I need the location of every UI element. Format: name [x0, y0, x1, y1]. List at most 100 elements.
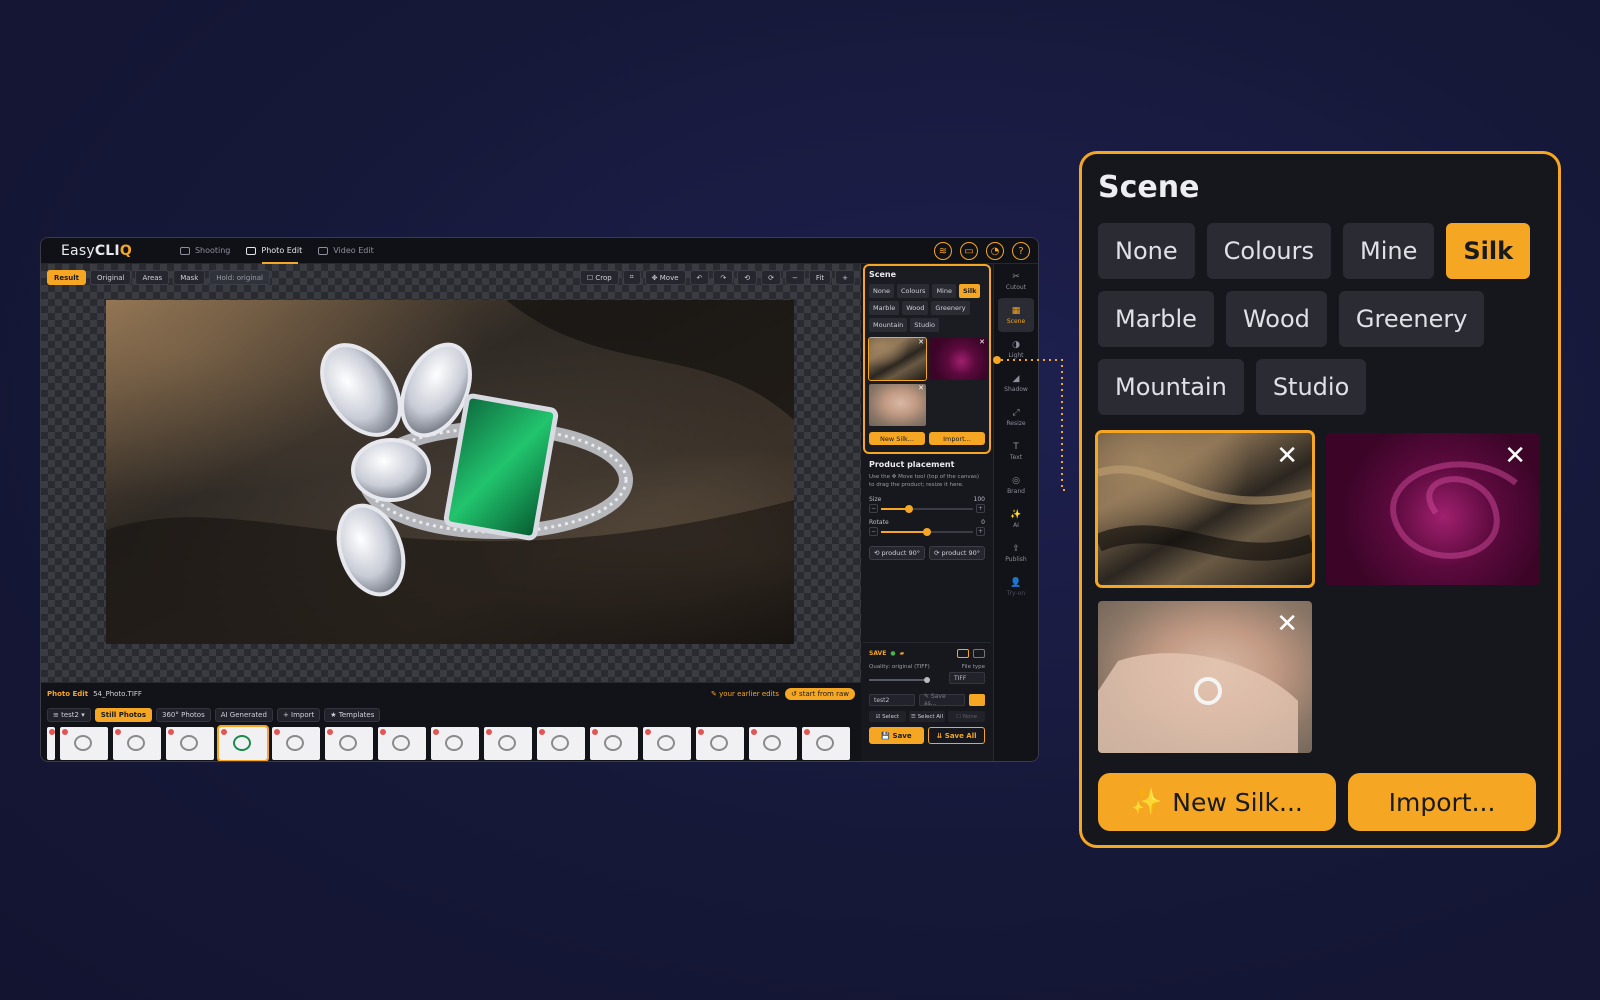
rotate-left-icon[interactable]: ⟲ [737, 270, 758, 285]
zoom-scene-chip-greenery[interactable]: Greenery [1338, 291, 1485, 347]
close-icon[interactable]: ✕ [1504, 441, 1526, 471]
thumbnail[interactable] [802, 727, 850, 760]
scene-chip-colours[interactable]: Colours [896, 284, 930, 298]
zoom-swatch-gold-satin[interactable]: ✕ [1095, 430, 1315, 588]
thumbnail[interactable] [431, 727, 479, 760]
zoom-scene-chip-studio[interactable]: Studio [1255, 359, 1367, 415]
mode-shooting[interactable]: Shooting [179, 238, 230, 264]
scene-chip-mine[interactable]: Mine [932, 284, 956, 298]
rotate-right-icon[interactable]: ⟳ [761, 270, 782, 285]
scene-chip-wood[interactable]: Wood [902, 301, 929, 315]
scene-chip-marble[interactable]: Marble [869, 301, 900, 315]
thumbnail[interactable] [643, 727, 691, 760]
zoom-in-button[interactable]: + [835, 270, 855, 285]
thumbnail[interactable] [696, 727, 744, 760]
view-areas-button[interactable]: Areas [135, 270, 170, 285]
select-button[interactable]: ☑ Select [869, 711, 906, 722]
file-type-select[interactable]: TIFF [949, 672, 985, 684]
close-icon[interactable]: ✕ [918, 338, 924, 346]
close-icon[interactable]: ✕ [1276, 609, 1298, 639]
view-original-button[interactable]: Original [90, 270, 132, 285]
scene-chip-greenery[interactable]: Greenery [931, 301, 970, 315]
scene-chip-none[interactable]: None [869, 284, 894, 298]
size-slider[interactable]: − + [869, 503, 985, 515]
thumbnail[interactable] [484, 727, 532, 760]
import-button[interactable]: Import... [929, 432, 985, 445]
select-all-button[interactable]: ☰ Select All [908, 711, 946, 722]
quality-slider[interactable] [869, 676, 930, 683]
close-icon[interactable]: ✕ [979, 338, 985, 346]
tab-templates[interactable]: ★ Templates [324, 708, 381, 722]
minus-icon[interactable]: − [869, 504, 878, 513]
zoom-scene-chip-marble[interactable]: Marble [1098, 291, 1214, 347]
zoom-scene-chip-none[interactable]: None [1098, 223, 1195, 279]
minus-icon[interactable]: − [869, 527, 878, 536]
wifi-icon[interactable]: ≋ [934, 242, 952, 260]
mode-video-edit[interactable]: Video Edit [318, 238, 374, 264]
scene-chip-studio[interactable]: Studio [910, 318, 939, 332]
scene-chip-silk[interactable]: Silk [959, 284, 981, 298]
close-icon[interactable]: ✕ [918, 384, 924, 392]
folder-icon[interactable] [969, 694, 985, 706]
multi-photo-icon[interactable] [973, 649, 985, 658]
save-as-input[interactable]: ✎ Save as... [919, 693, 965, 707]
product-photo[interactable] [106, 300, 794, 644]
thumbnail[interactable] [217, 725, 269, 761]
rotate-slider[interactable]: − + [869, 526, 985, 538]
thumbnail[interactable] [537, 727, 585, 760]
redo-icon[interactable]: ↷ [713, 270, 734, 285]
user-icon[interactable]: ◔ [986, 242, 1004, 260]
grid-icon[interactable]: ⌗ [622, 270, 641, 285]
thumbnail[interactable] [272, 727, 320, 760]
tab-ai-generated[interactable]: AI Generated [214, 708, 273, 722]
plus-icon[interactable]: + [976, 504, 985, 513]
tab-import[interactable]: + Import [276, 708, 321, 722]
thumbnail[interactable] [166, 727, 214, 760]
zoom-scene-chip-mountain[interactable]: Mountain [1098, 359, 1244, 415]
zoom-import-button[interactable]: Import... [1348, 773, 1536, 831]
zoom-scene-chip-wood[interactable]: Wood [1225, 291, 1327, 347]
folder-icon[interactable]: ▰ [900, 650, 905, 657]
rotate-product-left-button[interactable]: ⟲ product 90° [869, 545, 925, 560]
thumbnail[interactable] [325, 727, 373, 760]
rail-item-scene[interactable]: ▦ Scene [998, 298, 1034, 332]
new-silk-button[interactable]: New Silk... [869, 432, 925, 445]
zoom-scene-chip-colours[interactable]: Colours [1206, 223, 1331, 279]
thumbnail[interactable] [60, 727, 108, 760]
zoom-out-button[interactable]: − [785, 270, 805, 285]
rail-item-tryon[interactable]: 👤 Try-on [994, 570, 1038, 604]
view-mask-button[interactable]: Mask [173, 270, 206, 285]
zoom-swatch-purple-silk[interactable]: ✕ [1326, 433, 1540, 585]
zoom-swatch-hand[interactable]: ✕ [1098, 601, 1312, 753]
rail-item-cutout[interactable]: ✂ Cutout [994, 264, 1038, 298]
zoom-scene-chip-mine[interactable]: Mine [1343, 223, 1435, 279]
swatch-hand[interactable]: ✕ [869, 384, 926, 426]
swatch-purple-silk[interactable]: ✕ [930, 338, 987, 380]
thumbnail[interactable] [47, 727, 55, 760]
crop-button[interactable]: ☐ Crop [579, 270, 619, 285]
move-button[interactable]: ✥ Move [644, 270, 686, 285]
earlier-edits-link[interactable]: ✎ your earlier edits [711, 690, 779, 698]
tab-still-photos[interactable]: Still Photos [94, 708, 153, 722]
thumbnail[interactable] [590, 727, 638, 760]
mode-photo-edit[interactable]: Photo Edit [246, 238, 302, 264]
thumbnail[interactable] [749, 727, 797, 760]
close-icon[interactable]: ✕ [1276, 441, 1298, 471]
view-result-button[interactable]: Result [47, 270, 87, 285]
canvas-area[interactable]: Result Original Areas Mask Hold: origina… [41, 264, 861, 682]
save-button[interactable]: 💾 Save [869, 727, 924, 744]
start-from-raw-button[interactable]: ↺ start from raw [784, 688, 855, 700]
device-icon[interactable]: ▭ [960, 242, 978, 260]
fit-button[interactable]: Fit [808, 270, 832, 285]
scene-chip-mountain[interactable]: Mountain [869, 318, 908, 332]
help-icon[interactable]: ? [1012, 242, 1030, 260]
zoom-scene-chip-silk[interactable]: Silk [1446, 223, 1531, 279]
undo-icon[interactable]: ↶ [689, 270, 710, 285]
zoom-new-silk-button[interactable]: ✨ New Silk... [1098, 773, 1336, 831]
thumbnail[interactable] [378, 727, 426, 760]
thumbnail[interactable] [113, 727, 161, 760]
rotate-product-right-button[interactable]: ⟳ product 90° [929, 545, 985, 560]
name-input[interactable]: test2 [869, 694, 915, 706]
rail-item-publish[interactable]: ⇪ Publish [994, 536, 1038, 570]
single-photo-icon[interactable] [957, 649, 969, 658]
